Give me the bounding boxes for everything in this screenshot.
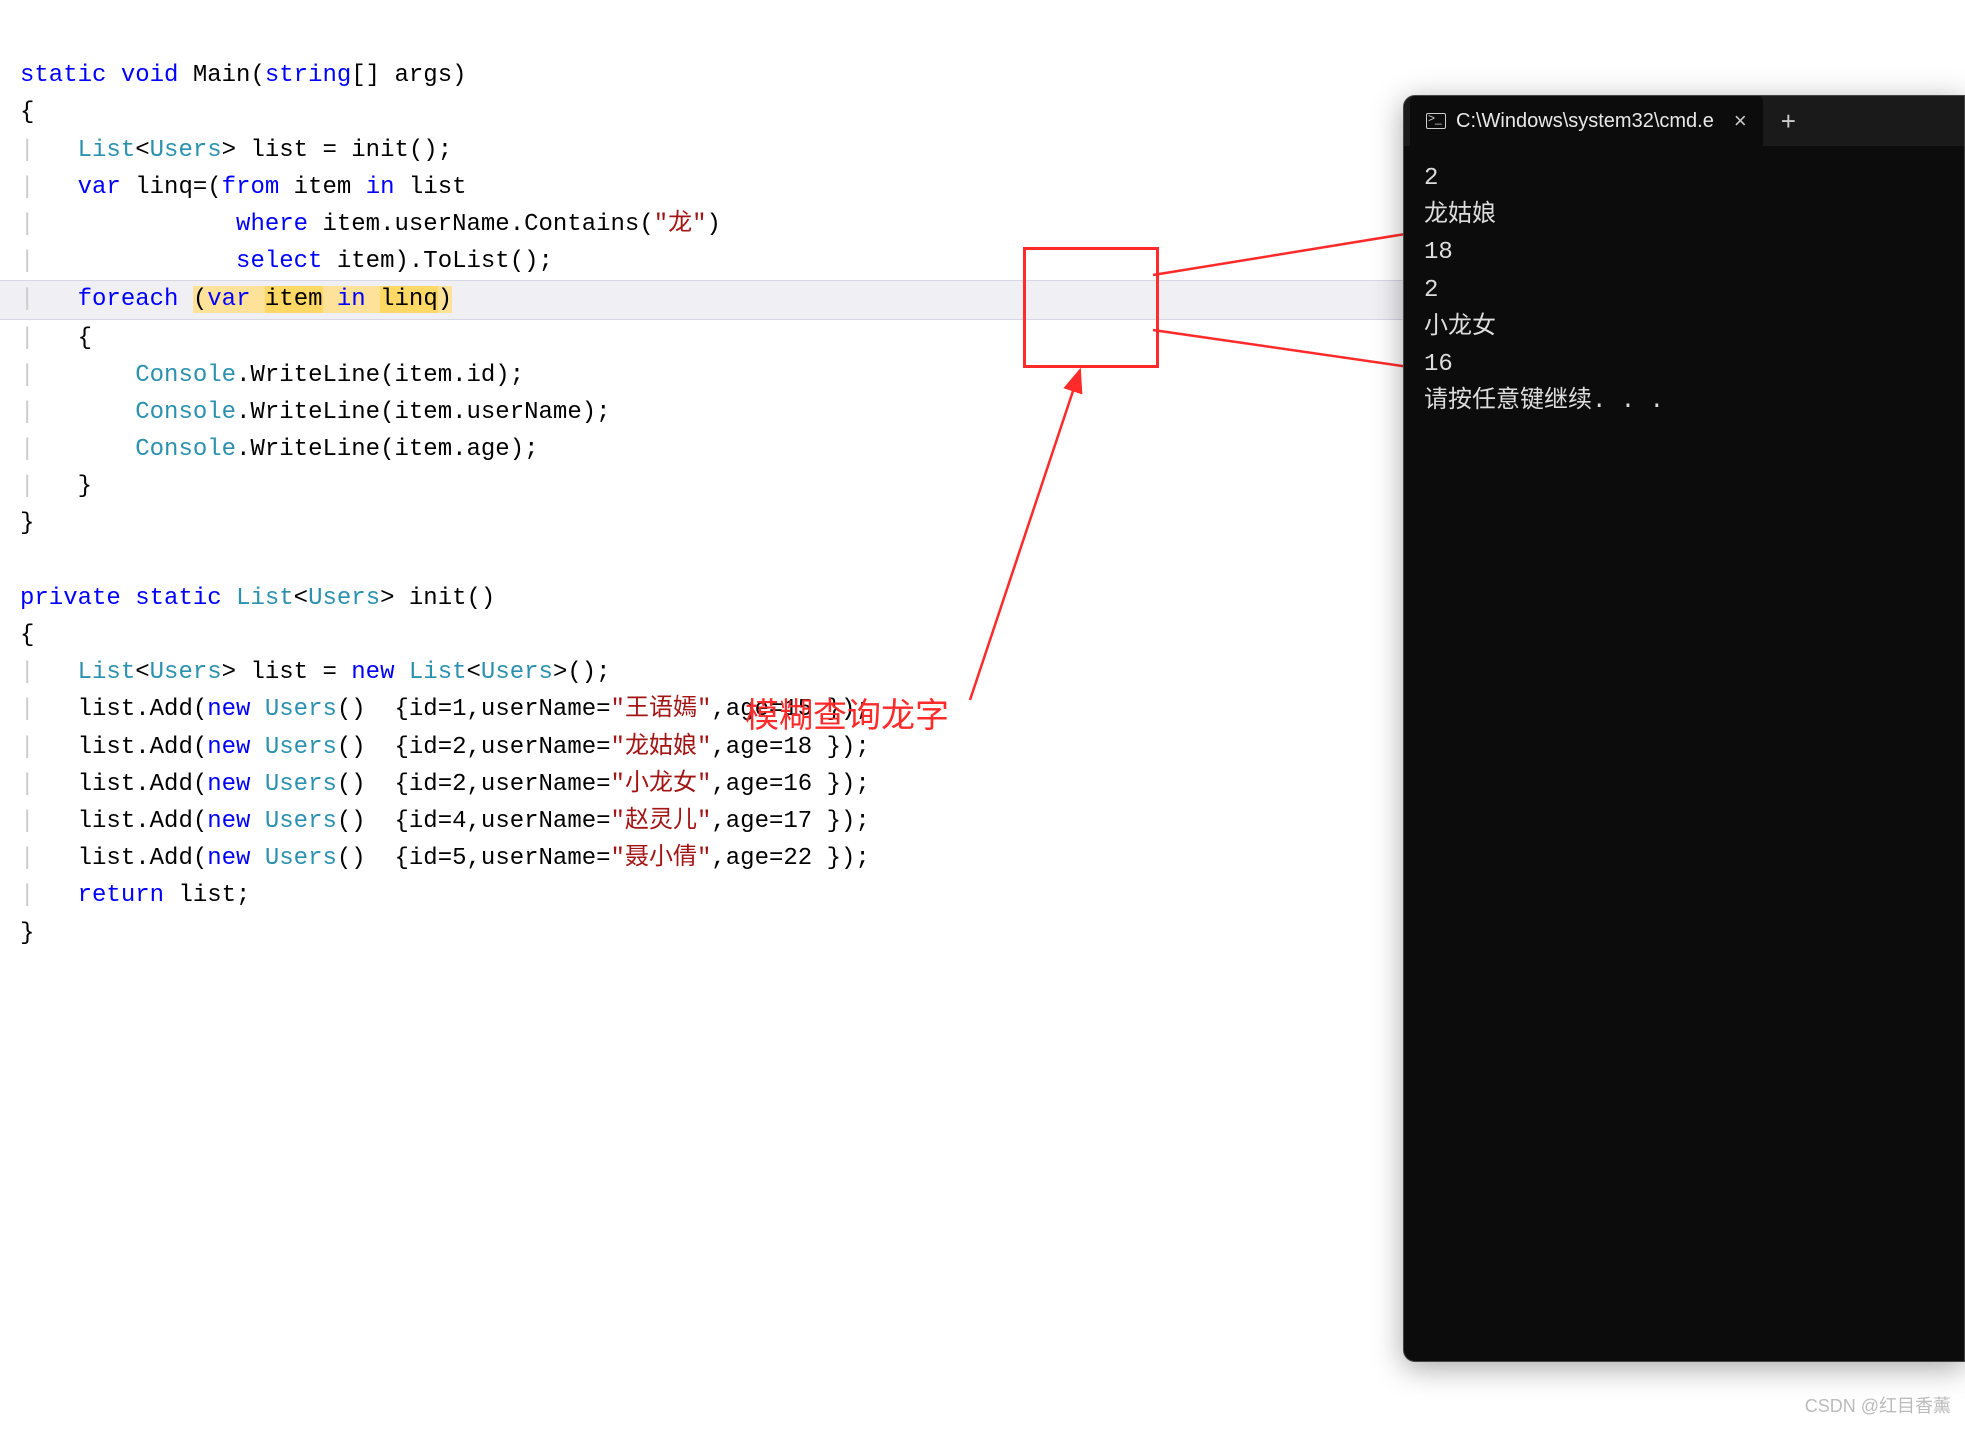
kw-in: in: [366, 174, 395, 201]
str-user3: "小龙女": [611, 771, 712, 798]
new-tab-button[interactable]: +: [1781, 101, 1796, 141]
term-line: 2: [1424, 165, 1438, 192]
annotation-label: 模糊查询龙字: [745, 690, 949, 743]
str-long: "龙": [654, 211, 707, 238]
annotation-box: [1023, 247, 1159, 368]
kw-foreach: foreach: [78, 286, 179, 313]
term-line: 龙姑娘: [1424, 202, 1496, 229]
main-args: [] args): [351, 62, 466, 89]
kw-private: private: [20, 585, 121, 612]
str-user5: "聂小倩": [611, 845, 712, 872]
kw-string: string: [265, 62, 351, 89]
type-users: Users: [150, 137, 222, 164]
str-user4: "赵灵儿": [611, 808, 712, 835]
kw-select: select: [236, 248, 322, 275]
terminal-window[interactable]: C:\Windows\system32\cmd.e × + 2 龙姑娘 18 2…: [1403, 95, 1965, 1362]
cmd-icon: [1426, 113, 1446, 129]
kw-return: return: [78, 882, 164, 909]
terminal-title-text: C:\Windows\system32\cmd.e: [1456, 106, 1714, 137]
terminal-output[interactable]: 2 龙姑娘 18 2 小龙女 16 请按任意键继续. . .: [1404, 146, 1964, 434]
term-line: 2: [1424, 277, 1438, 304]
type-console: Console: [135, 362, 236, 389]
kw-var: var: [78, 174, 121, 201]
term-line: 请按任意键继续. . .: [1424, 388, 1664, 415]
item-token: item: [265, 286, 323, 313]
terminal-titlebar[interactable]: C:\Windows\system32\cmd.e × +: [1404, 96, 1964, 146]
kw-void: void: [121, 62, 179, 89]
kw-var2: var: [207, 286, 250, 313]
kw-static2: static: [135, 585, 221, 612]
terminal-tab[interactable]: C:\Windows\system32\cmd.e ×: [1410, 95, 1763, 148]
kw-new: new: [351, 659, 394, 686]
kw-from: from: [222, 174, 280, 201]
kw-static: static: [20, 62, 106, 89]
term-line: 小龙女: [1424, 314, 1496, 341]
term-line: 18: [1424, 239, 1453, 266]
term-line: 16: [1424, 351, 1453, 378]
brace-open: {: [20, 99, 34, 126]
type-list: List: [78, 137, 136, 164]
linq-token: linq: [380, 286, 438, 313]
main-open: Main(: [193, 62, 265, 89]
watermark: CSDN @红目香薰: [1805, 1393, 1951, 1421]
close-icon[interactable]: ×: [1734, 104, 1747, 138]
str-user2: "龙姑娘": [611, 734, 712, 761]
kw-where: where: [236, 211, 308, 238]
str-user1: "王语嫣": [611, 696, 712, 723]
kw-in2: in: [337, 286, 366, 313]
